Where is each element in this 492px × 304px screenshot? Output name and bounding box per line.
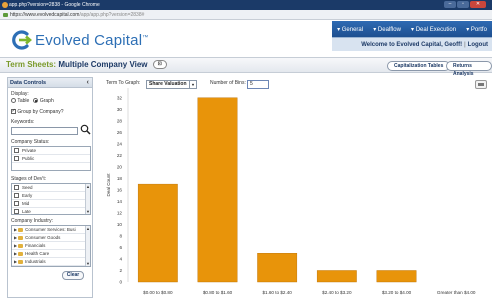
y-axis: 02468101214161820222426283032 xyxy=(117,88,129,285)
y-tick-label: 20 xyxy=(117,164,123,169)
y-tick-label: 28 xyxy=(117,118,123,123)
x-tick-label: $0.00 to $0.80 xyxy=(143,290,173,295)
y-tick-label: 4 xyxy=(119,257,122,262)
y-tick-label: 6 xyxy=(119,245,122,250)
y-tick-label: 0 xyxy=(119,280,122,285)
y-axis-label: Deal Count xyxy=(106,173,111,197)
y-tick-label: 24 xyxy=(117,141,123,146)
y-tick-label: 10 xyxy=(117,222,123,227)
y-tick-label: 8 xyxy=(119,234,122,239)
x-tick-label: $2.40 to $3.20 xyxy=(322,290,352,295)
y-tick-label: 18 xyxy=(117,176,123,181)
x-tick-label: $3.20 to $4.00 xyxy=(382,290,412,295)
bar[interactable] xyxy=(257,253,298,283)
y-tick-label: 2 xyxy=(119,268,122,273)
bars xyxy=(137,97,417,283)
y-tick-label: 32 xyxy=(117,95,123,100)
x-tick-label: $1.60 to $2.40 xyxy=(262,290,292,295)
y-tick-label: 30 xyxy=(117,107,123,112)
y-tick-label: 12 xyxy=(117,211,123,216)
bar[interactable] xyxy=(376,270,417,283)
bar[interactable] xyxy=(137,183,178,283)
x-tick-label: $0.80 to $1.60 xyxy=(203,290,233,295)
bar[interactable] xyxy=(197,97,238,283)
y-tick-label: 22 xyxy=(117,153,123,158)
y-tick-label: 16 xyxy=(117,187,123,192)
x-tick-label: Greater than $4.00 xyxy=(437,290,476,295)
x-axis: $0.00 to $0.80 $0.80 to $1.60 $1.60 to $2.… xyxy=(143,290,476,295)
y-tick-label: 26 xyxy=(117,130,123,135)
bar[interactable] xyxy=(316,270,357,283)
y-tick-label: 14 xyxy=(117,199,123,204)
deal-count-chart: 02468101214161820222426283032 $0.00 to $… xyxy=(106,88,476,295)
